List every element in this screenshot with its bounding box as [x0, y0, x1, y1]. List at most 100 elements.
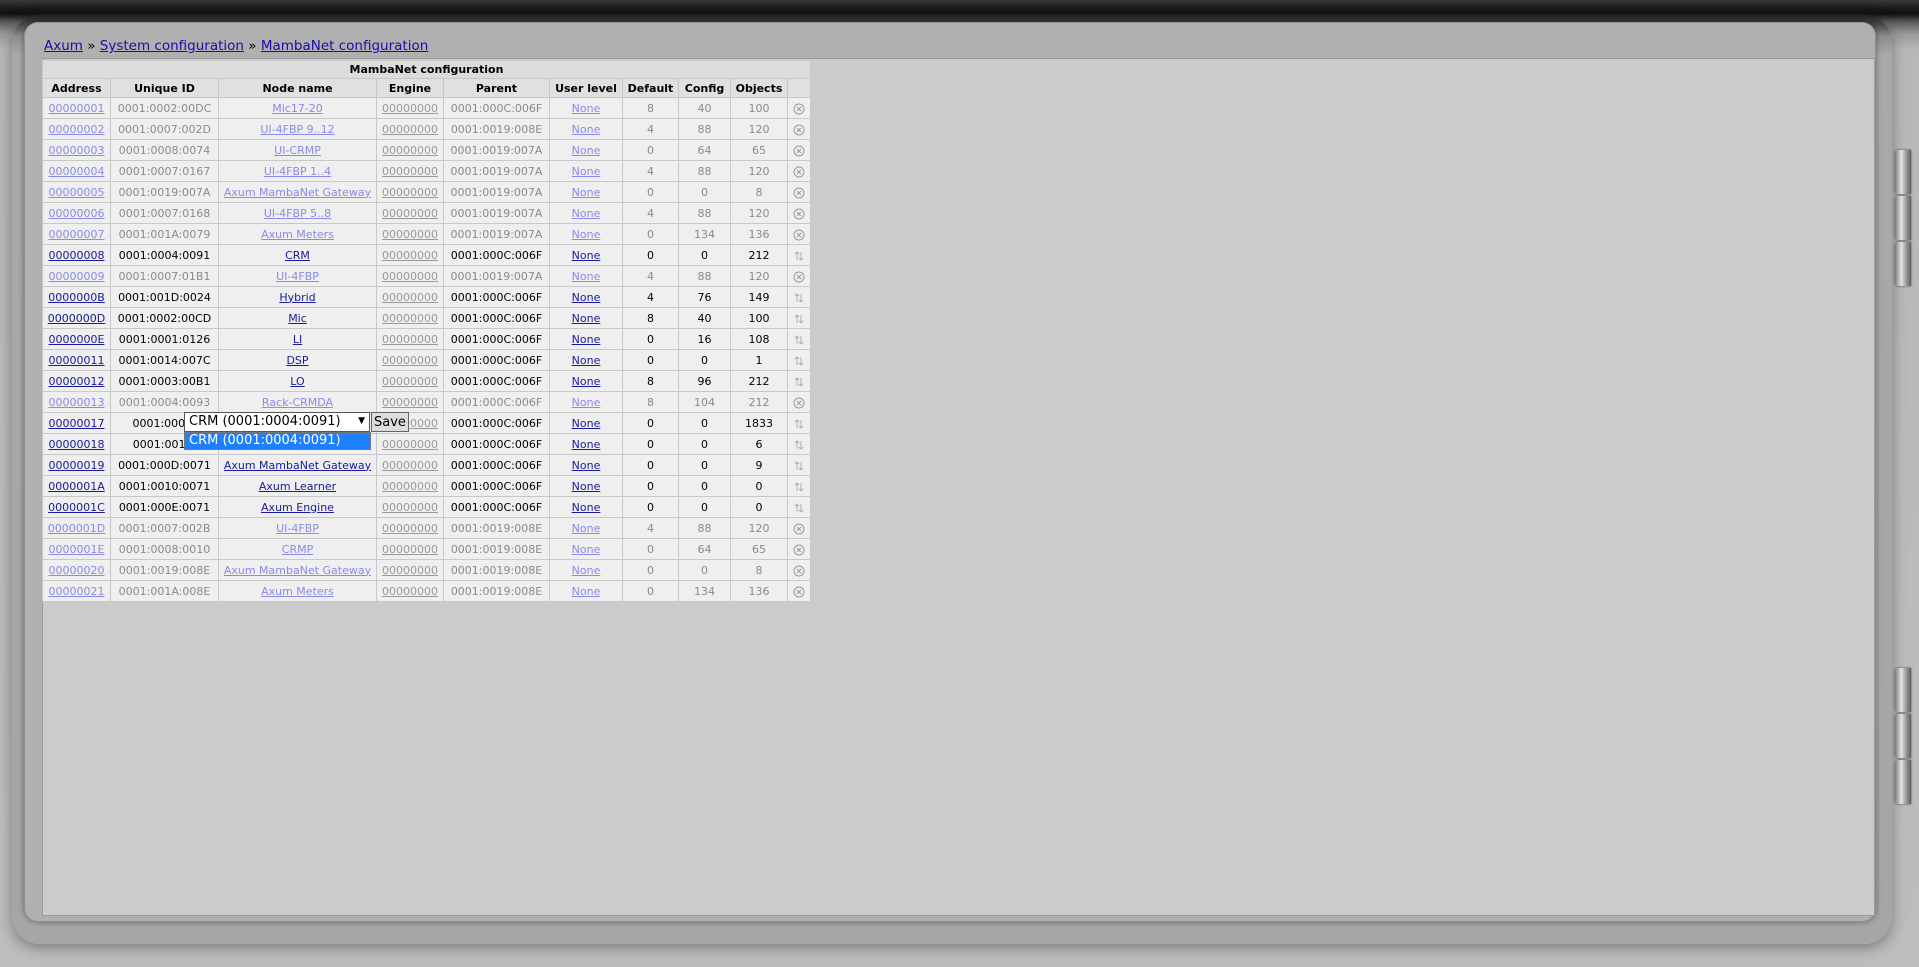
- user-level-link[interactable]: None: [572, 186, 601, 199]
- address-link[interactable]: 0000000E: [49, 333, 105, 346]
- address-link[interactable]: 0000000D: [48, 312, 105, 325]
- remove-circle-icon[interactable]: [787, 139, 811, 161]
- user-level-link[interactable]: None: [572, 291, 601, 304]
- refresh-icon[interactable]: [787, 307, 811, 329]
- node-name-link[interactable]: Axum MambaNet Gateway: [224, 564, 371, 577]
- refresh-icon[interactable]: [787, 433, 811, 455]
- node-name-link[interactable]: Mic: [288, 312, 307, 325]
- user-level-link[interactable]: None: [572, 249, 601, 262]
- node-name-link[interactable]: Axum Engine: [261, 501, 334, 514]
- user-level-link[interactable]: None: [572, 522, 601, 535]
- engine-link[interactable]: 00000000: [382, 186, 438, 199]
- node-name-link[interactable]: Hybrid: [279, 291, 315, 304]
- engine-link[interactable]: 00000000: [382, 123, 438, 136]
- engine-link[interactable]: 00000000: [382, 585, 438, 598]
- node-name-link[interactable]: CRMP: [282, 543, 313, 556]
- user-level-link[interactable]: None: [572, 543, 601, 556]
- user-level-link[interactable]: None: [572, 207, 601, 220]
- node-name-link[interactable]: UI-4FBP: [276, 270, 319, 283]
- user-level-link[interactable]: None: [572, 501, 601, 514]
- engine-link[interactable]: 00000000: [382, 249, 438, 262]
- remove-circle-icon[interactable]: [787, 160, 811, 182]
- address-link[interactable]: 00000001: [49, 102, 105, 115]
- node-name-link[interactable]: DSP: [286, 354, 308, 367]
- address-link[interactable]: 00000008: [49, 249, 105, 262]
- node-name-link[interactable]: UI-4FBP 5..8: [264, 207, 331, 220]
- node-name-link[interactable]: Rack-CRMDA: [262, 396, 333, 409]
- address-link[interactable]: 00000021: [49, 585, 105, 598]
- save-button[interactable]: Save: [371, 412, 409, 432]
- user-level-link[interactable]: None: [572, 165, 601, 178]
- refresh-icon[interactable]: [787, 328, 811, 350]
- refresh-icon[interactable]: [787, 349, 811, 371]
- refresh-icon[interactable]: [787, 370, 811, 392]
- refresh-icon[interactable]: [787, 454, 811, 476]
- engine-link[interactable]: 00000000: [382, 291, 438, 304]
- address-link[interactable]: 00000017: [49, 417, 105, 430]
- refresh-icon[interactable]: [787, 412, 811, 434]
- engine-link[interactable]: 00000000: [382, 144, 438, 157]
- user-level-link[interactable]: None: [572, 270, 601, 283]
- node-name-link[interactable]: CRM: [285, 249, 310, 262]
- address-link[interactable]: 00000003: [49, 144, 105, 157]
- engine-link[interactable]: 00000000: [382, 501, 438, 514]
- remove-circle-icon[interactable]: [787, 223, 811, 245]
- refresh-icon[interactable]: [787, 496, 811, 518]
- remove-circle-icon[interactable]: [787, 118, 811, 140]
- user-level-link[interactable]: None: [572, 102, 601, 115]
- user-level-link[interactable]: None: [572, 123, 601, 136]
- engine-link[interactable]: 00000000: [382, 207, 438, 220]
- refresh-icon[interactable]: [787, 475, 811, 497]
- node-name-link[interactable]: LO: [290, 375, 304, 388]
- breadcrumb-page-link[interactable]: MambaNet configuration: [261, 38, 428, 54]
- remove-circle-icon[interactable]: [787, 202, 811, 224]
- user-level-link[interactable]: None: [572, 480, 601, 493]
- remove-circle-icon[interactable]: [787, 580, 811, 602]
- engine-link[interactable]: 00000000: [382, 354, 438, 367]
- user-level-link[interactable]: None: [572, 144, 601, 157]
- refresh-icon[interactable]: [787, 286, 811, 308]
- node-name-link[interactable]: UI-4FBP 9..12: [260, 123, 334, 136]
- remove-circle-icon[interactable]: [787, 181, 811, 203]
- user-level-link[interactable]: None: [572, 459, 601, 472]
- breadcrumb-system-link[interactable]: System configuration: [100, 38, 244, 54]
- address-link[interactable]: 00000009: [49, 270, 105, 283]
- address-link[interactable]: 00000002: [49, 123, 105, 136]
- user-level-link[interactable]: None: [572, 375, 601, 388]
- breadcrumb-home-link[interactable]: Axum: [44, 38, 83, 54]
- remove-circle-icon[interactable]: [787, 538, 811, 560]
- user-level-link[interactable]: None: [572, 585, 601, 598]
- address-link[interactable]: 00000005: [49, 186, 105, 199]
- address-link[interactable]: 00000018: [49, 438, 105, 451]
- node-name-link[interactable]: Axum Meters: [261, 585, 334, 598]
- engine-link[interactable]: 00000000: [382, 522, 438, 535]
- user-level-link[interactable]: None: [572, 564, 601, 577]
- node-name-link[interactable]: LI: [293, 333, 302, 346]
- engine-link[interactable]: 00000000: [382, 396, 438, 409]
- engine-link[interactable]: 00000000: [382, 438, 438, 451]
- engine-link[interactable]: 00000000: [382, 102, 438, 115]
- address-link[interactable]: 00000006: [49, 207, 105, 220]
- refresh-icon[interactable]: [787, 244, 811, 266]
- node-name-link[interactable]: Axum MambaNet Gateway: [224, 186, 371, 199]
- user-level-link[interactable]: None: [572, 354, 601, 367]
- remove-circle-icon[interactable]: [787, 559, 811, 581]
- address-link[interactable]: 0000001D: [48, 522, 105, 535]
- node-name-link[interactable]: UI-4FBP 1..4: [264, 165, 331, 178]
- address-link[interactable]: 00000012: [49, 375, 105, 388]
- user-level-link[interactable]: None: [572, 438, 601, 451]
- engine-link[interactable]: 00000000: [382, 459, 438, 472]
- node-select[interactable]: CRM (0001:0004:0091) ▼: [184, 412, 370, 432]
- remove-circle-icon[interactable]: [787, 517, 811, 539]
- address-link[interactable]: 00000019: [49, 459, 105, 472]
- engine-link[interactable]: 00000000: [382, 543, 438, 556]
- user-level-link[interactable]: None: [572, 228, 601, 241]
- engine-link[interactable]: 00000000: [382, 375, 438, 388]
- engine-link[interactable]: 00000000: [382, 564, 438, 577]
- engine-link[interactable]: 00000000: [382, 333, 438, 346]
- address-link[interactable]: 00000013: [49, 396, 105, 409]
- address-link[interactable]: 00000007: [49, 228, 105, 241]
- address-link[interactable]: 0000001E: [49, 543, 105, 556]
- engine-link[interactable]: 00000000: [382, 270, 438, 283]
- user-level-link[interactable]: None: [572, 417, 601, 430]
